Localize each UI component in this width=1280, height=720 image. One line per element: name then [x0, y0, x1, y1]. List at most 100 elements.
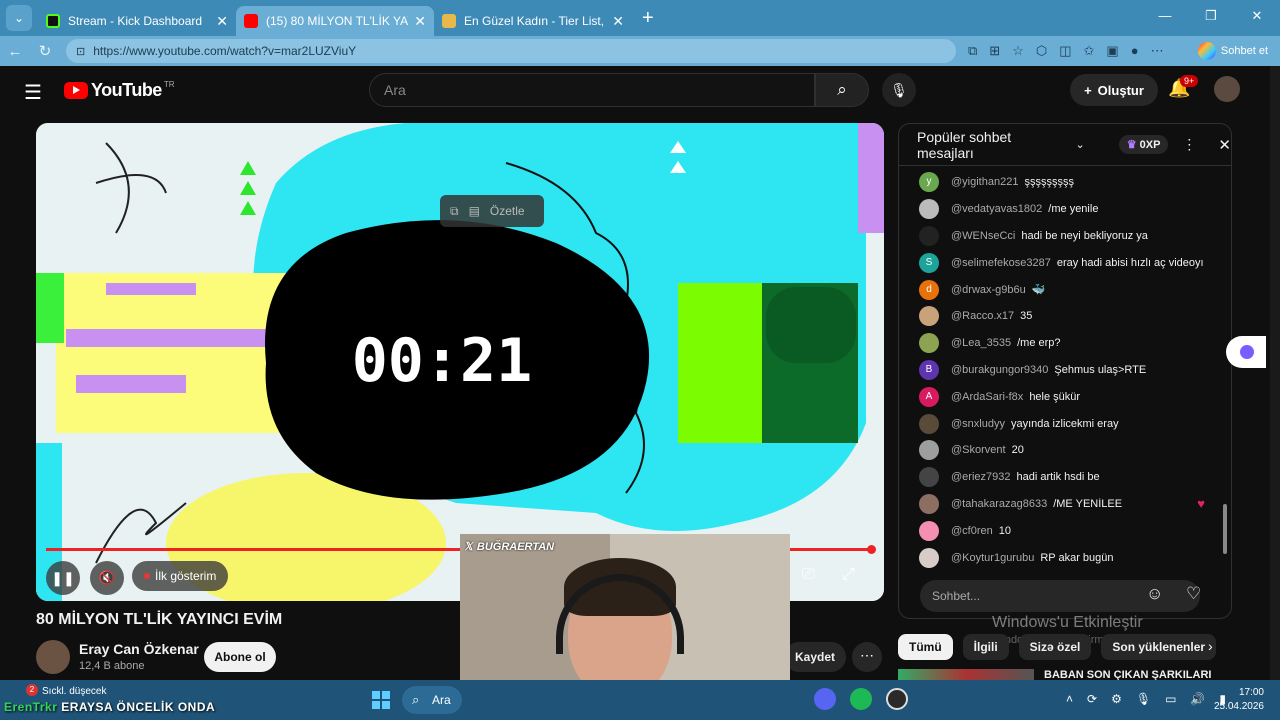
chat-username[interactable]: @tahakarazag8633	[951, 498, 1047, 510]
tray-network-icon[interactable]: ▭	[1165, 692, 1176, 706]
chat-username[interactable]: @yigithan221	[951, 176, 1018, 188]
account-avatar[interactable]	[1214, 76, 1240, 102]
site-info-icon[interactable]: ⊡	[76, 45, 85, 58]
tab-actions-menu-icon[interactable]: ⌄	[6, 5, 32, 31]
chip-related[interactable]: İlgili	[962, 634, 1009, 660]
save-button[interactable]: Kaydet	[784, 642, 846, 672]
premiere-indicator[interactable]: İlk gösterim	[132, 561, 228, 591]
chat-message[interactable]: B @burakgungor9340 Şehmus ulaş>RTE	[899, 357, 1219, 384]
tray-chevron-icon[interactable]: ˄	[1066, 692, 1073, 706]
summarize-button[interactable]: ⧉ ▤ Özetle	[440, 195, 544, 227]
chat-mode-dropdown[interactable]: Popüler sohbet mesajları	[917, 129, 1070, 161]
chat-message[interactable]: @Skorvent 20	[899, 437, 1219, 464]
search-button[interactable]: ⌕	[815, 73, 869, 107]
close-chat-icon[interactable]: ✕	[1218, 136, 1231, 154]
channel-name[interactable]: Eray Can Özkenar	[79, 641, 199, 657]
obs-icon[interactable]	[886, 688, 908, 710]
chat-user-avatar[interactable]: S	[919, 252, 939, 273]
favorites-icon[interactable]: ✩	[1084, 43, 1095, 59]
minimize-icon[interactable]: —	[1142, 0, 1188, 36]
profile-icon[interactable]: ●	[1131, 43, 1139, 59]
channel-avatar[interactable]	[36, 640, 70, 674]
chat-message[interactable]: S @selimefekose3287 eray hadi abisi hızlı …	[899, 249, 1219, 276]
chat-user-avatar[interactable]: B	[919, 359, 939, 380]
heart-icon[interactable]: ♡	[1186, 584, 1201, 604]
pause-button[interactable]: ❚❚	[46, 561, 80, 595]
chat-username[interactable]: @Lea_3535	[951, 337, 1011, 349]
chat-message[interactable]: @Lea_3535/me erp?	[899, 330, 1219, 357]
mute-button[interactable]: 🔇	[90, 561, 124, 595]
search-input[interactable]: Ara	[369, 73, 815, 107]
xp-badge[interactable]: ♛ 0XP	[1118, 135, 1169, 154]
chevron-right-icon[interactable]: ›	[1208, 638, 1213, 654]
tray-volume-icon[interactable]: 🔊	[1190, 692, 1205, 706]
taskbar-clock[interactable]: 17:00 25.04.2026	[1212, 686, 1264, 714]
chat-scrollbar[interactable]	[1223, 169, 1227, 569]
chat-username[interactable]: @selimefekose3287	[951, 257, 1051, 269]
chat-message[interactable]: @Koytur1gurubu RP akar bugün	[899, 544, 1219, 571]
split-screen-icon[interactable]: ◫	[1059, 43, 1071, 59]
close-tab-icon[interactable]: ✕	[612, 13, 624, 30]
chat-user-avatar[interactable]	[919, 467, 939, 488]
page-scrollbar[interactable]	[1270, 66, 1280, 680]
chat-username[interactable]: @cf0ren	[951, 525, 993, 537]
chat-username[interactable]: @ArdaSari-f8x	[951, 391, 1023, 403]
taskbar-search[interactable]: ⌕ Ara	[402, 686, 462, 714]
chat-user-avatar[interactable]	[919, 520, 939, 541]
chat-username[interactable]: @Skorvent	[951, 444, 1006, 456]
start-windows-icon[interactable]	[372, 691, 390, 709]
extensions-icon[interactable]: ⬡	[1036, 43, 1047, 59]
chat-user-avatar[interactable]	[919, 547, 939, 568]
chat-message[interactable]: y @yigithan221 şşşşşşşşş	[899, 169, 1219, 196]
close-tab-icon[interactable]: ✕	[414, 13, 426, 30]
chat-message[interactable]: @tahakarazag8633/ME YENİLEE ♥	[899, 491, 1219, 518]
chat-user-avatar[interactable]	[919, 493, 939, 514]
more-actions-button[interactable]: ⋯	[852, 642, 882, 672]
discord-icon[interactable]	[814, 688, 836, 710]
chat-username[interactable]: @snxludyy	[951, 418, 1005, 430]
notifications-button[interactable]: 🔔 9+	[1168, 75, 1199, 99]
create-button[interactable]: + Oluştur	[1070, 74, 1158, 106]
chat-message[interactable]: @WENseCci hadi be neyi bekliyoruz ya	[899, 223, 1219, 250]
back-arrow-icon[interactable]: ←	[0, 43, 30, 60]
chat-message[interactable]: d @drwax-g9b6u 🐳	[899, 276, 1219, 303]
new-tab-plus-icon[interactable]: +	[642, 7, 654, 30]
chat-user-avatar[interactable]	[919, 440, 939, 461]
tab-tier-list[interactable]: En Güzel Kadın - Tier List, Kör Sıral ✕	[434, 6, 632, 36]
tab-kick-dashboard[interactable]: Stream - Kick Dashboard ✕	[38, 6, 236, 36]
chat-user-avatar[interactable]	[919, 199, 939, 220]
reload-icon[interactable]: ↻	[30, 42, 60, 60]
chat-message[interactable]: @cf0ren 10	[899, 517, 1219, 544]
maximize-icon[interactable]: ❐	[1188, 0, 1234, 36]
fullscreen-icon[interactable]: ⤢	[842, 566, 855, 584]
chat-username[interactable]: @eriez7932	[951, 471, 1010, 483]
chat-options-icon[interactable]: ⋮	[1182, 136, 1196, 153]
spotify-icon[interactable]	[850, 688, 872, 710]
chat-user-avatar[interactable]: y	[919, 172, 939, 193]
chat-user-avatar[interactable]: d	[919, 279, 939, 300]
chat-username[interactable]: @Koytur1gurubu	[951, 552, 1034, 564]
chat-message[interactable]: @Racco.x17 35	[899, 303, 1219, 330]
chat-user-avatar[interactable]	[919, 333, 939, 354]
scroll-thumb[interactable]	[1223, 504, 1227, 554]
favorite-star-icon[interactable]: ☆	[1012, 43, 1024, 59]
video-player[interactable]: 00:21 ⧉ ▤ Özetle	[36, 123, 884, 601]
voice-search-button[interactable]: 🎙	[882, 73, 916, 107]
collections-icon[interactable]: ▣	[1106, 43, 1118, 59]
chat-user-avatar[interactable]	[919, 225, 939, 246]
emoji-icon[interactable]: ☺	[1146, 584, 1163, 604]
chevron-down-icon[interactable]: ⌄	[1076, 138, 1085, 151]
translate-icon[interactable]: ⧉	[968, 43, 977, 59]
url-field[interactable]: ⊡ https://www.youtube.com/watch?v=mar2LU…	[66, 39, 956, 63]
chat-message[interactable]: @snxludyy yayında izlicekmi eray	[899, 410, 1219, 437]
recommendation-title[interactable]: BABAN SON ÇIKAN ŞARKILARI	[1044, 669, 1211, 680]
tray-app-icon[interactable]: ⚙	[1111, 692, 1122, 706]
youtube-logo[interactable]: YouTube TR	[64, 80, 175, 101]
chip-for-you[interactable]: Sizə özel	[1018, 634, 1092, 660]
progress-knob[interactable]	[867, 545, 876, 554]
hamburger-menu-icon[interactable]: ☰	[24, 80, 42, 105]
subscribe-button[interactable]: Abone ol	[204, 642, 276, 672]
chat-username[interactable]: @drwax-g9b6u	[951, 284, 1026, 296]
chat-username[interactable]: @WENseCci	[951, 230, 1015, 242]
chat-user-avatar[interactable]	[919, 413, 939, 434]
